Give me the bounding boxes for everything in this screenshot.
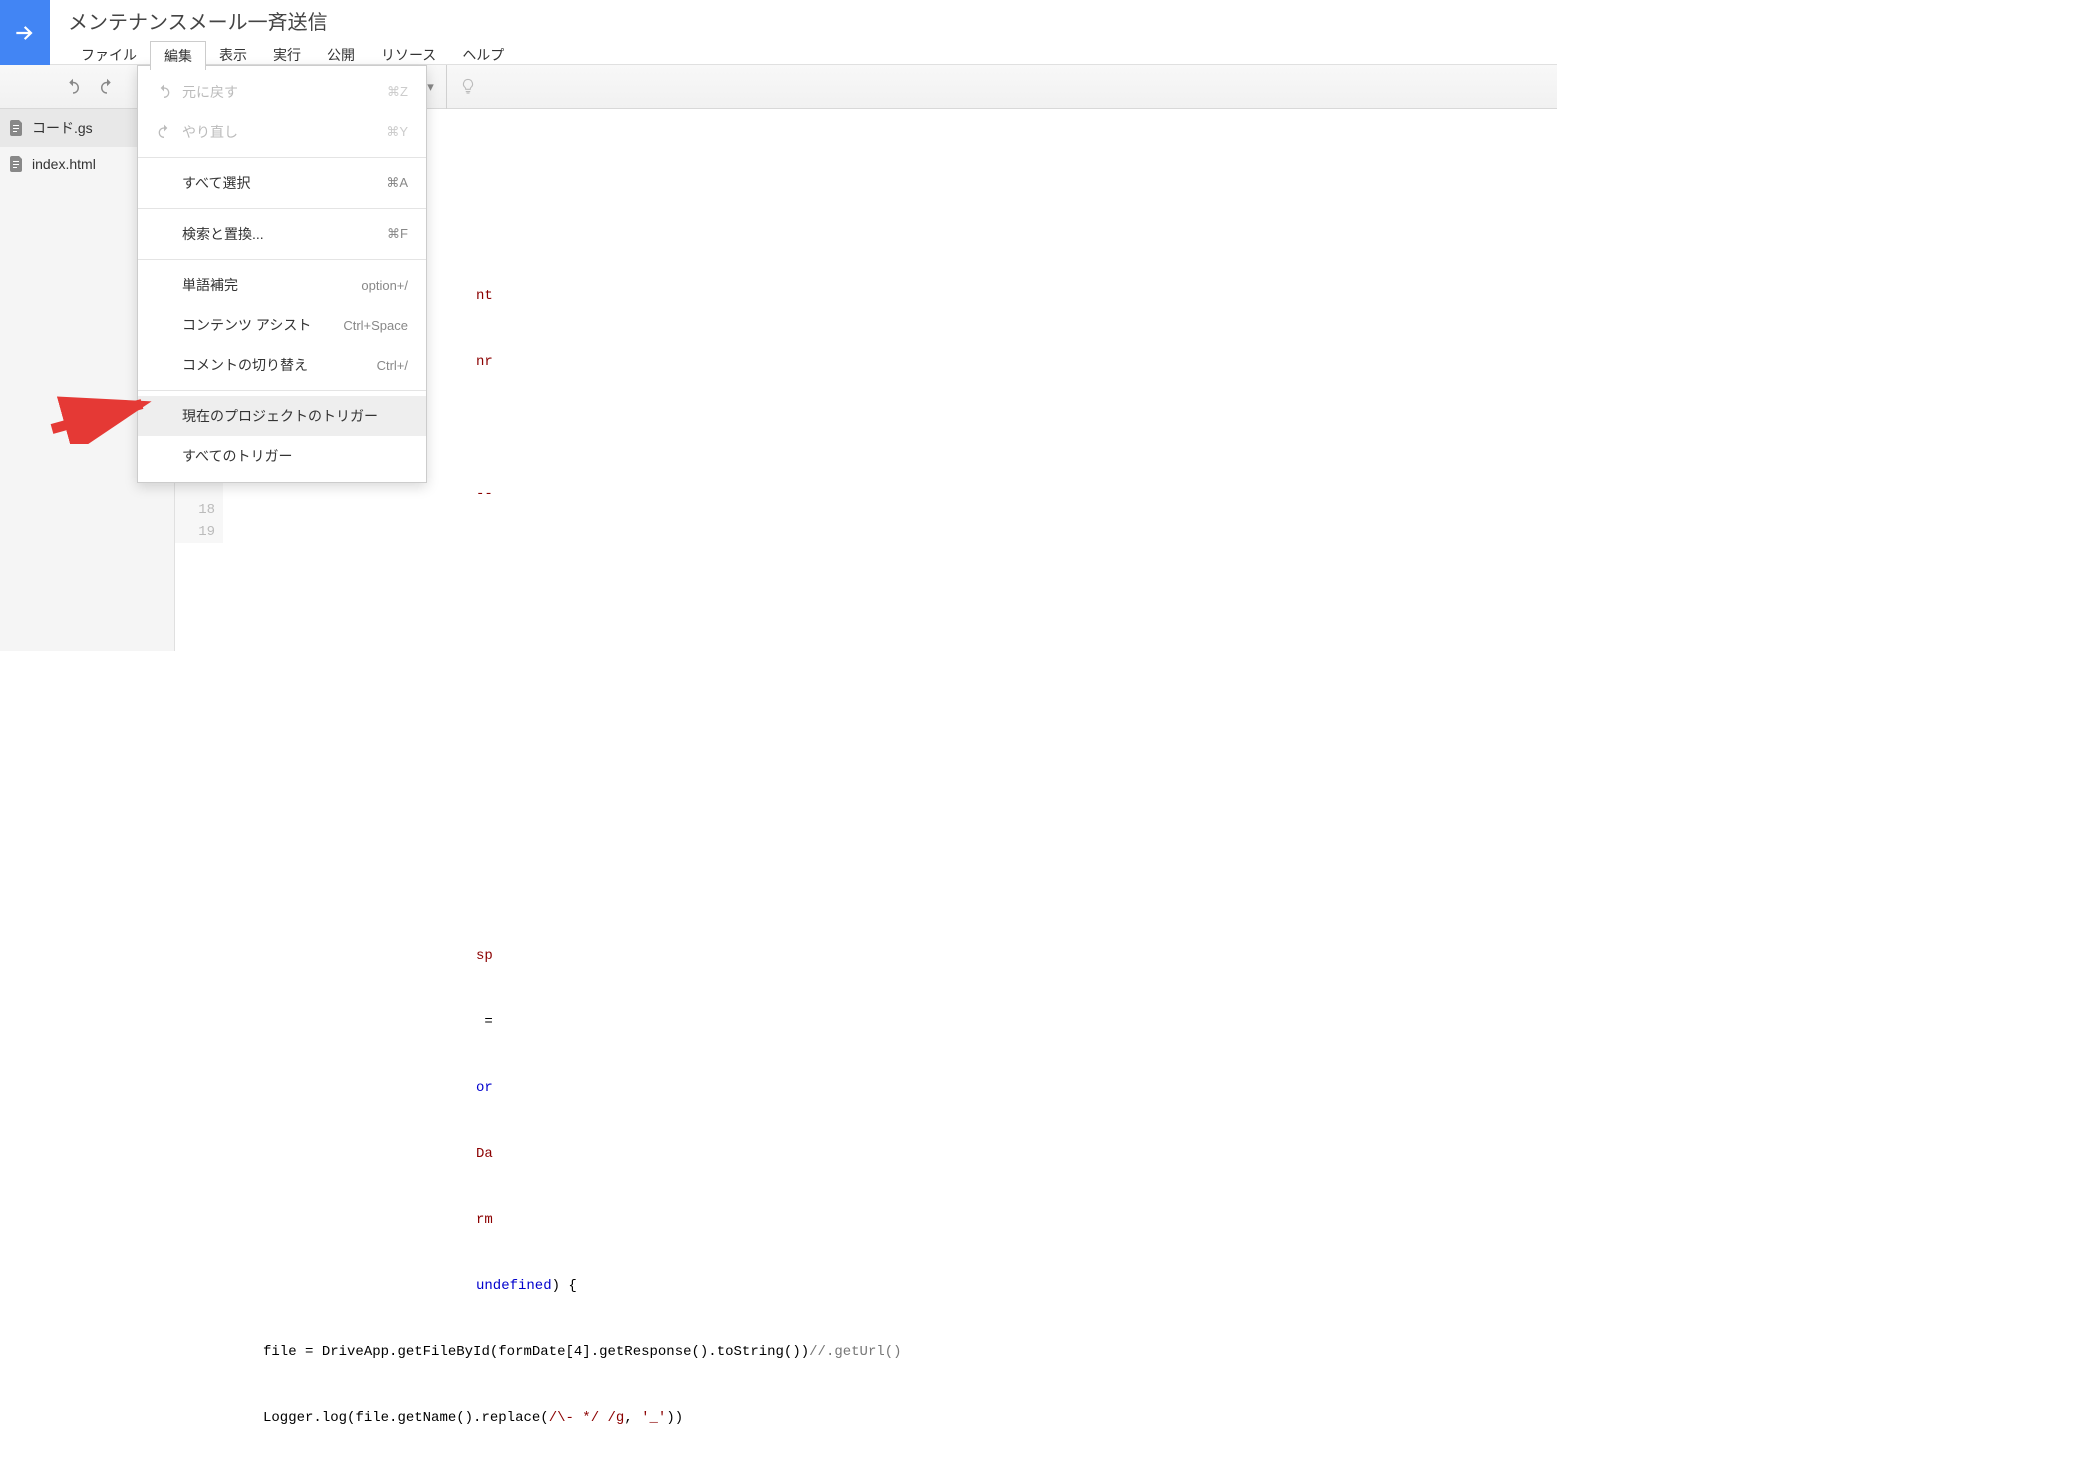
menu-all-triggers[interactable]: すべてのトリガー <box>138 436 426 476</box>
redo-button[interactable] <box>92 73 122 101</box>
file-name: コード.gs <box>32 118 93 138</box>
menu-find-replace[interactable]: 検索と置換... ⌘F <box>138 214 426 254</box>
menu-toggle-comment[interactable]: コメントの切り替え Ctrl+/ <box>138 345 426 385</box>
file-name: index.html <box>32 156 96 172</box>
menu-select-all[interactable]: すべて選択 ⌘A <box>138 163 426 203</box>
code-content: nt nr -- sp = or Da rm undefined) { file… <box>231 109 1557 1473</box>
menu-separator <box>138 157 426 158</box>
menu-content-assist[interactable]: コンテンツ アシスト Ctrl+Space <box>138 305 426 345</box>
arrow-right-icon <box>12 20 38 46</box>
menu-redo[interactable]: やり直し ⌘Y <box>138 112 426 152</box>
menu-edit[interactable]: 編集 <box>150 41 206 70</box>
lightbulb-icon <box>459 78 477 96</box>
undo-icon <box>156 84 172 100</box>
menu-separator <box>138 208 426 209</box>
menu-word-complete[interactable]: 単語補完 option+/ <box>138 265 426 305</box>
undo-button[interactable] <box>58 73 88 101</box>
project-title[interactable]: メンテナンスメール一斉送信 <box>68 6 517 35</box>
file-icon <box>10 156 24 172</box>
menu-separator <box>138 259 426 260</box>
apps-script-logo <box>0 0 50 65</box>
redo-icon <box>98 78 116 96</box>
menu-current-project-triggers[interactable]: 現在のプロジェクトのトリガー <box>138 396 426 436</box>
debug-hint-button[interactable] <box>446 65 489 109</box>
menu-separator <box>138 390 426 391</box>
edit-menu-dropdown: 元に戻す ⌘Z やり直し ⌘Y すべて選択 ⌘A 検索と置換... ⌘F 単語補… <box>137 65 427 483</box>
redo-icon <box>156 124 172 140</box>
file-icon <box>10 120 24 136</box>
undo-icon <box>64 78 82 96</box>
menu-undo[interactable]: 元に戻す ⌘Z <box>138 72 426 112</box>
header: メンテナンスメール一斉送信 ファイル 編集 表示 実行 公開 リソース ヘルプ <box>0 0 1557 65</box>
